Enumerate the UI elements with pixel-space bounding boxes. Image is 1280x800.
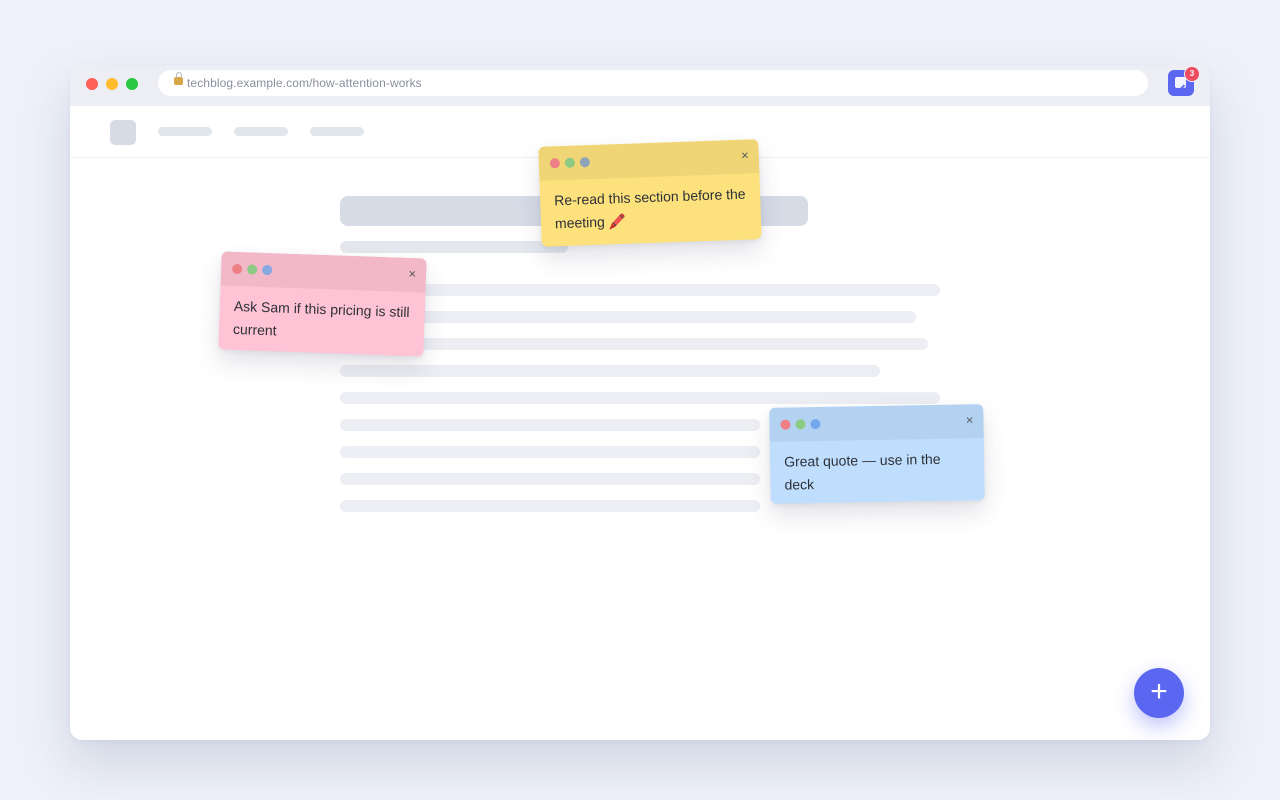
notification-badge: 3: [1184, 66, 1200, 82]
note-text[interactable]: Great quote — use in the deck: [770, 438, 985, 497]
plus-icon: +: [1150, 675, 1168, 708]
browser-titlebar: techblog.example.com/how-attention-works…: [70, 65, 1210, 106]
text-line-placeholder: [340, 446, 760, 458]
lock-icon: [174, 72, 183, 85]
nav-link-placeholder[interactable]: [234, 127, 288, 136]
minimize-window-button[interactable]: [106, 78, 118, 90]
note-dot: [795, 419, 806, 430]
close-icon[interactable]: ×: [741, 148, 749, 164]
sticky-note-blue[interactable]: × Great quote — use in the deck: [769, 404, 985, 504]
nav-link-placeholder[interactable]: [310, 127, 364, 136]
maximize-window-button[interactable]: [126, 78, 138, 90]
text-line-placeholder: [340, 473, 760, 485]
close-icon[interactable]: ×: [408, 266, 416, 282]
close-window-button[interactable]: [86, 78, 98, 90]
note-dot: [780, 419, 791, 430]
note-text[interactable]: Re-read this section before the meeting …: [540, 173, 762, 236]
note-dot: [246, 264, 258, 275]
note-dot: [579, 157, 591, 168]
nav-link-placeholder[interactable]: [158, 127, 212, 136]
sticky-note-icon: [1175, 77, 1186, 88]
close-icon[interactable]: ×: [966, 412, 974, 428]
text-line-placeholder: [340, 284, 940, 296]
note-dot: [231, 263, 243, 275]
sticky-note-yellow[interactable]: × Re-read this section before the meetin…: [538, 139, 762, 247]
add-note-button[interactable]: +: [1134, 668, 1184, 718]
sticky-note-pink[interactable]: × Ask Sam if this pricing is still curre…: [218, 251, 427, 357]
note-dot: [261, 264, 273, 276]
site-logo-placeholder[interactable]: [110, 120, 136, 145]
note-header[interactable]: ×: [220, 251, 427, 293]
article-meta-placeholder: [340, 241, 568, 253]
note-text[interactable]: Ask Sam if this pricing is still current: [219, 285, 426, 347]
text-line-placeholder: [340, 365, 880, 377]
note-dot: [810, 418, 821, 430]
url-text: techblog.example.com/how-attention-works: [187, 76, 422, 90]
browser-window: techblog.example.com/how-attention-works…: [70, 65, 1210, 740]
text-line-placeholder: [340, 311, 916, 323]
text-line-placeholder: [340, 500, 760, 512]
text-line-placeholder: [340, 419, 760, 431]
text-line-placeholder: [340, 392, 940, 404]
text-line-placeholder: [340, 338, 928, 350]
note-dot: [564, 157, 576, 168]
note-dot: [549, 158, 561, 169]
address-bar[interactable]: techblog.example.com/how-attention-works: [158, 70, 1148, 96]
note-header[interactable]: ×: [769, 404, 984, 442]
